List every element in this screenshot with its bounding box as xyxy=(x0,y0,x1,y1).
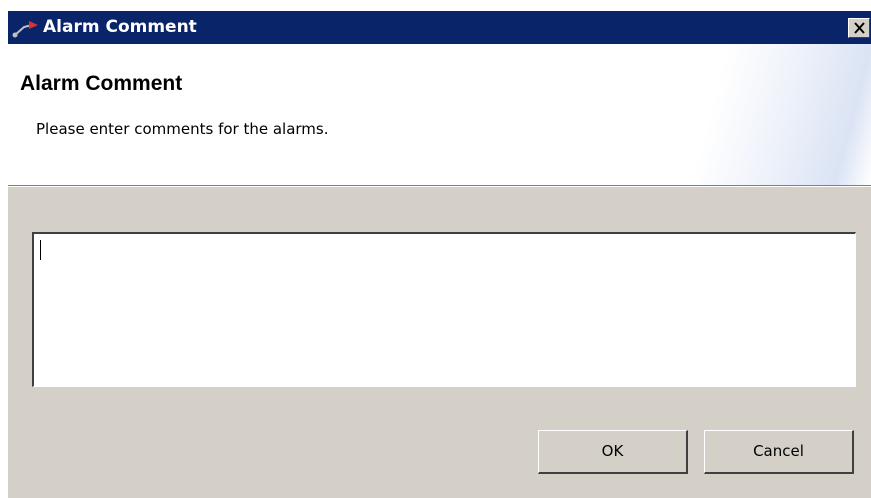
comment-input[interactable] xyxy=(32,232,856,387)
header-separator xyxy=(8,185,871,187)
page-title: Alarm Comment xyxy=(20,72,183,95)
app-icon xyxy=(12,17,40,39)
alarm-comment-dialog: Alarm Comment Alarm Comment Please enter… xyxy=(7,10,871,498)
text-caret xyxy=(40,240,41,260)
ok-button[interactable]: OK xyxy=(538,430,688,474)
page-description: Please enter comments for the alarms. xyxy=(36,120,329,138)
window-title: Alarm Comment xyxy=(43,17,197,37)
title-bar[interactable]: Alarm Comment xyxy=(8,11,871,44)
cancel-button[interactable]: Cancel xyxy=(704,430,854,474)
close-icon xyxy=(854,22,865,34)
header-area: Alarm Comment Please enter comments for … xyxy=(8,44,871,185)
close-button[interactable] xyxy=(848,18,870,38)
